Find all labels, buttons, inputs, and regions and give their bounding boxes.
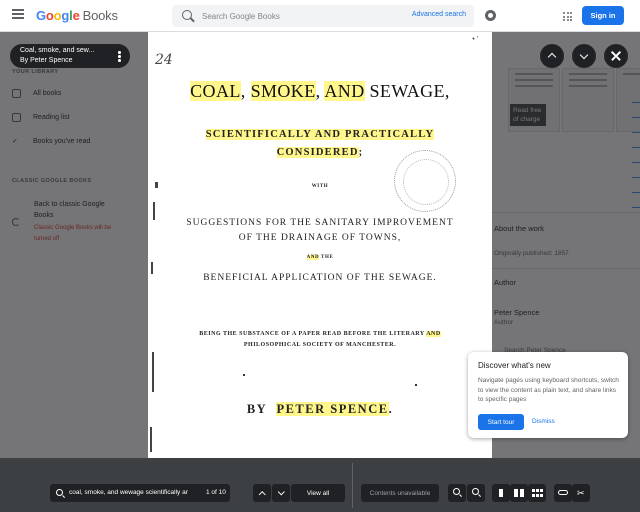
- with-line: WITH: [311, 184, 329, 189]
- discover-popup: Discover what's new Navigate pages using…: [468, 352, 628, 438]
- view-all-button[interactable]: View all: [291, 484, 345, 502]
- book-author: By Peter Spence: [20, 57, 73, 64]
- zoom-in-button[interactable]: [448, 484, 466, 502]
- sidebar: All books Reading list ✓ Books you've re…: [0, 32, 148, 458]
- start-tour-button[interactable]: Start tour: [478, 414, 524, 430]
- author-name[interactable]: Peter Spence: [494, 308, 539, 317]
- advanced-search-link[interactable]: Advanced search: [412, 11, 466, 18]
- sidebar-heading-library: YOUR LIBRARY: [12, 69, 59, 75]
- substance-line: PHILOSOPHICAL SOCIETY OF MANCHESTER.: [243, 342, 397, 348]
- print-speck: [152, 352, 154, 392]
- search-icon: [56, 489, 63, 496]
- print-speck: [151, 262, 153, 274]
- grid-view-button[interactable]: [528, 484, 546, 502]
- author-line: BY PETER SPENCE.: [246, 402, 394, 416]
- two-page-icon: [514, 489, 518, 497]
- close-reader-button[interactable]: [604, 44, 628, 68]
- two-page-icon: [520, 489, 524, 497]
- more-options-icon[interactable]: [118, 51, 121, 63]
- divider: [492, 212, 640, 213]
- single-page-icon: [499, 489, 503, 497]
- previous-match-button[interactable]: [253, 484, 271, 502]
- print-speck: [150, 427, 152, 452]
- scissors-icon: ✂: [577, 488, 585, 498]
- print-speck: [243, 374, 245, 376]
- gear-icon[interactable]: [485, 10, 496, 21]
- next-match-button[interactable]: [272, 484, 290, 502]
- refresh-icon: [12, 218, 20, 226]
- menu-icon[interactable]: [12, 9, 24, 21]
- page-thumbnail[interactable]: [562, 68, 614, 132]
- sidebar-item-all-books[interactable]: All books: [12, 89, 61, 98]
- search-icon[interactable]: [182, 10, 192, 20]
- two-page-view-button[interactable]: [510, 484, 528, 502]
- sidebar-heading-classic: CLASSIC GOOGLE BOOKS: [12, 178, 92, 184]
- search-input[interactable]: [202, 9, 402, 23]
- handwritten-number: 24: [155, 52, 173, 68]
- print-speck: [155, 182, 158, 188]
- sidebar-item-reading-list[interactable]: Reading list: [12, 113, 70, 122]
- contents-button: Contents unavailable: [361, 484, 439, 502]
- grid-icon: [540, 494, 543, 497]
- zoom-in-icon: [453, 488, 460, 495]
- edge-decoration: [632, 102, 640, 252]
- in-book-search-query[interactable]: coal, smoke, and wewage scientifically a…: [69, 489, 199, 496]
- library-icon: [12, 89, 21, 98]
- single-page-view-button[interactable]: [492, 484, 510, 502]
- app-header: GoogleBooks Advanced search Sign in: [0, 0, 640, 32]
- and-the-line: AND THE: [306, 255, 334, 260]
- grid-icon: [532, 494, 535, 497]
- author-heading: Author: [494, 278, 517, 287]
- apps-grid-icon[interactable]: [563, 12, 572, 21]
- grid-icon: [532, 489, 535, 492]
- previous-page-button[interactable]: [540, 44, 564, 68]
- in-book-search[interactable]: coal, smoke, and wewage scientifically a…: [50, 484, 230, 502]
- published-date: Originally published: 1857: [494, 250, 569, 257]
- toolbar-divider: [352, 463, 353, 508]
- subtitle-line: SCIENTIFICALLY AND PRACTICALLY: [205, 129, 435, 140]
- body-line: SUGGESTIONS FOR THE SANITARY IMPROVEMENT: [186, 218, 454, 228]
- print-speck: [153, 202, 155, 220]
- sign-in-button[interactable]: Sign in: [582, 6, 624, 25]
- divider: [492, 268, 640, 269]
- body-line: OF THE DRAINAGE OF TOWNS,: [238, 233, 402, 243]
- match-count: 1 of 10: [206, 489, 226, 496]
- about-heading: About the work: [494, 224, 545, 233]
- book-title-pill[interactable]: Coal, smoke, and sew... By Peter Spence: [10, 44, 130, 68]
- grid-icon: [540, 489, 543, 492]
- print-speck: [415, 384, 417, 386]
- corner-mark: • ': [472, 36, 478, 43]
- google-books-logo[interactable]: Google Books: [36, 8, 118, 23]
- classic-warning-text: Classic Google Books will be turned off: [34, 225, 112, 242]
- classic-books-link[interactable]: Back to classic Google Books: [34, 199, 114, 221]
- copy-link-button[interactable]: [554, 484, 572, 502]
- author-role: Author: [494, 319, 514, 326]
- book-title: Coal, smoke, and sew...: [20, 47, 95, 54]
- zoom-out-icon: [472, 488, 479, 495]
- bookmark-icon: [12, 113, 21, 122]
- link-icon: [558, 490, 568, 495]
- grid-icon: [536, 489, 539, 492]
- search-box[interactable]: Advanced search: [172, 5, 474, 27]
- check-icon: ✓: [12, 138, 18, 145]
- book-page[interactable]: 24 • ' COAL, SMOKE, AND SEWAGE, SCIENTIF…: [148, 32, 492, 458]
- next-page-button[interactable]: [572, 44, 596, 68]
- body-line: BENEFICIAL APPLICATION OF THE SEWAGE.: [203, 273, 437, 283]
- grid-icon: [536, 494, 539, 497]
- popup-title: Discover what's new: [478, 361, 551, 370]
- clip-button[interactable]: ✂: [572, 484, 590, 502]
- library-stamp: [394, 150, 456, 212]
- substance-line: BEING THE SUBSTANCE OF A PAPER READ BEFO…: [199, 331, 441, 337]
- popup-body: Navigate pages using keyboard shortcuts,…: [478, 377, 619, 403]
- free-badge: Read free of charge: [510, 104, 546, 126]
- page-title-line: COAL, SMOKE, AND SEWAGE,: [190, 81, 450, 101]
- sidebar-item-books-read[interactable]: ✓ Books you've read: [12, 137, 90, 146]
- dismiss-button[interactable]: Dismiss: [532, 418, 555, 425]
- zoom-out-button[interactable]: [467, 484, 485, 502]
